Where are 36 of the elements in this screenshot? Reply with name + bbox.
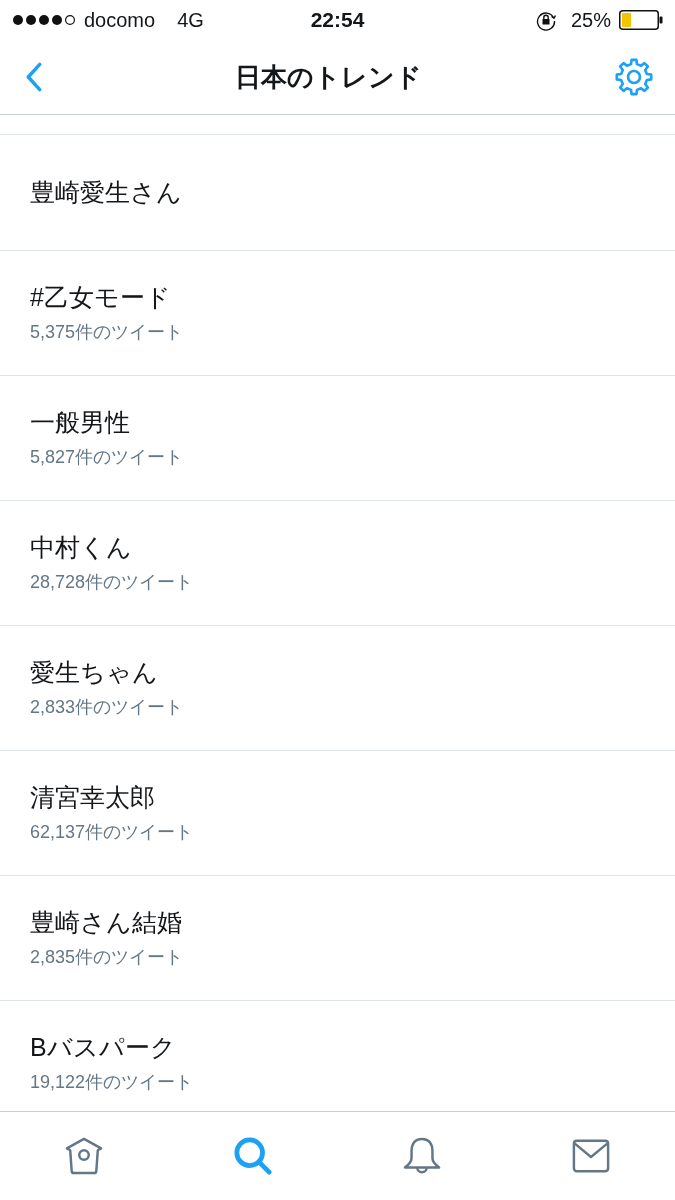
envelope-icon <box>571 1137 610 1175</box>
trend-name: 豊崎さん結婚 <box>30 907 183 938</box>
tweet-count: 62,137件のツイート <box>30 821 195 844</box>
tweet-count: 19,122件のツイート <box>30 1071 195 1094</box>
tweet-count: 2,835件のツイート <box>30 946 185 969</box>
battery-percent: 25% <box>570 8 611 32</box>
tweet-count: 28,728件のツイート <box>30 571 195 594</box>
trend-name: 一般男性 <box>30 407 131 438</box>
search-icon <box>234 1137 273 1175</box>
trend-name: 清宮幸太郎 <box>30 782 156 813</box>
trend-row[interactable]: #乙女モード 5,375件のツイート <box>0 251 675 376</box>
clock-time: 22:54 <box>310 8 365 32</box>
tweet-count: 2,833件のツイート <box>30 696 185 719</box>
chevron-left-icon <box>26 62 42 92</box>
network-type: 4G <box>177 8 204 32</box>
bell-icon <box>402 1137 441 1175</box>
settings-icon <box>615 58 653 96</box>
tweet-count: 5,827件のツイート <box>30 446 185 469</box>
page-title: 日本のトレンド <box>235 61 422 94</box>
trend-name: 中村くん <box>30 532 133 563</box>
tweet-count: 5,375件のツイート <box>30 321 185 344</box>
trend-name: #乙女モード <box>30 282 172 313</box>
battery-icon <box>619 10 663 30</box>
trend-row[interactable]: 一般男性 5,827件のツイート <box>0 376 675 501</box>
trend-row[interactable]: 豊崎愛生さん <box>0 135 675 251</box>
trend-row[interactable]: 清宮幸太郎 62,137件のツイート <box>0 751 675 876</box>
trend-row[interactable]: 中村くん 28,728件のツイート <box>0 501 675 626</box>
trend-name: 豊崎愛生さん <box>30 177 183 208</box>
house-icon <box>65 1137 104 1175</box>
trend-row[interactable]: 愛生ちゃん 2,833件のツイート <box>0 626 675 751</box>
trend-row[interactable]: 豊崎さん結婚 2,835件のツイート <box>0 876 675 1001</box>
rotation-lock-icon <box>534 9 557 31</box>
trend-name: Bバスパーク <box>30 1032 177 1063</box>
trend-name: 愛生ちゃん <box>30 657 159 688</box>
carrier-name: docomo <box>84 8 156 32</box>
signal-icon <box>12 14 76 26</box>
